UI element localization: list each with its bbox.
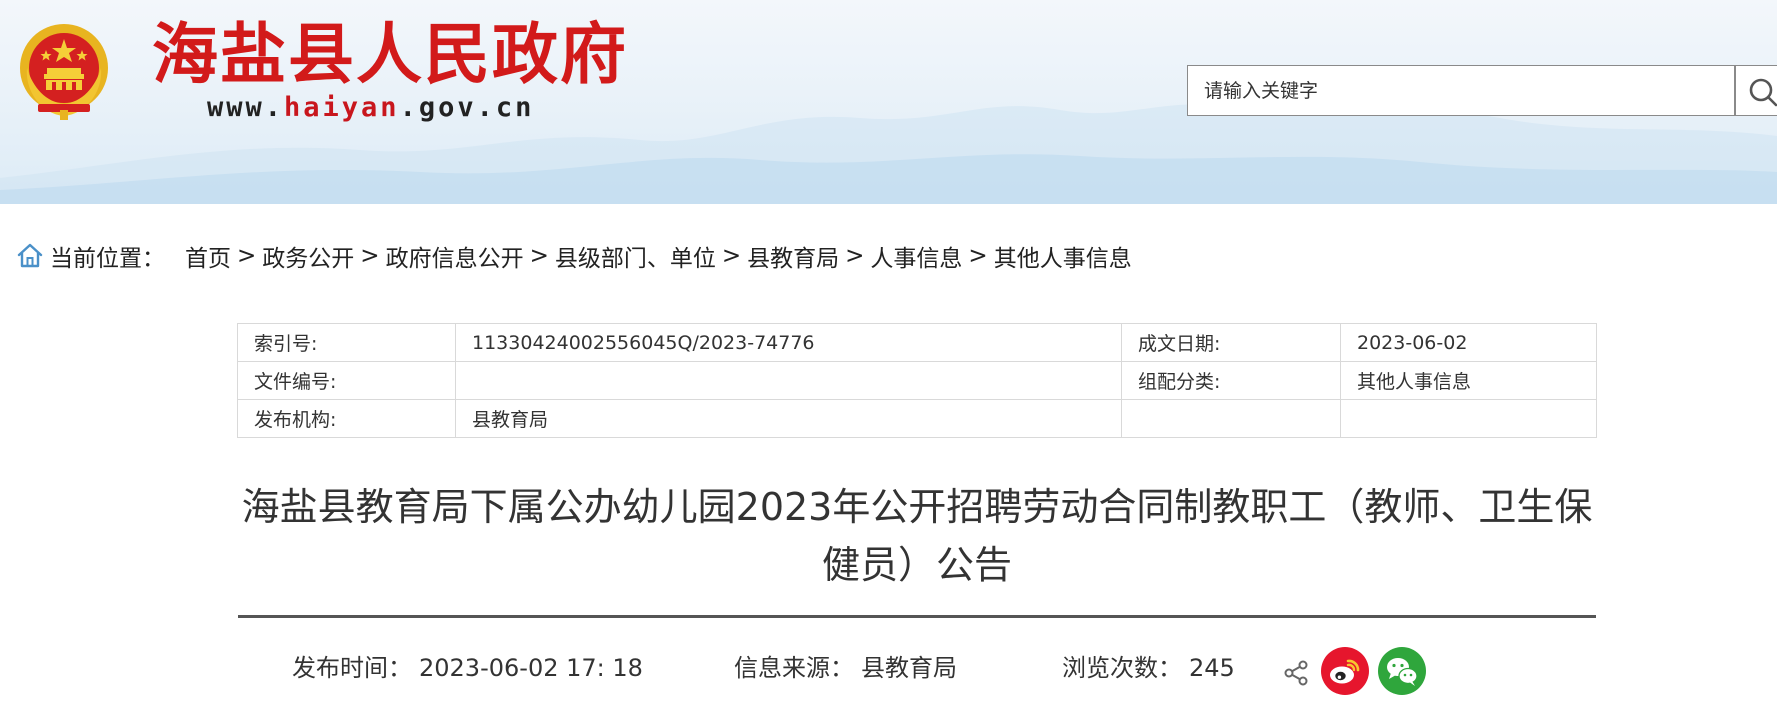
breadcrumb-separator: > — [360, 243, 380, 269]
wechat-icon — [1387, 658, 1418, 686]
doc-number-label: 文件编号: — [237, 361, 456, 400]
weibo-share-button[interactable] — [1321, 647, 1369, 695]
breadcrumb-label: 当前位置： — [50, 246, 165, 272]
weibo-icon — [1330, 659, 1360, 684]
table-row: 索引号: 11330424002556045Q/2023-74776 成文日期:… — [237, 323, 1597, 362]
publish-time-value: 2023-06-02 17: 18 — [419, 654, 643, 682]
title-divider — [238, 615, 1596, 618]
table-row: 发布机构: 县教育局 — [237, 399, 1597, 438]
index-label: 索引号: — [237, 323, 456, 362]
breadcrumb-separator: > — [845, 243, 865, 269]
breadcrumb-separator: > — [237, 243, 257, 269]
site-url-highlight: haiyan — [284, 92, 400, 123]
breadcrumb-separator: > — [968, 243, 988, 269]
date-value: 2023-06-02 — [1340, 323, 1597, 362]
document-meta-table: 索引号: 11330424002556045Q/2023-74776 成文日期:… — [237, 323, 1597, 438]
site-name[interactable]: 海盐县人民政府 — [152, 14, 628, 94]
article-title: 海盐县教育局下属公办幼儿园2023年公开招聘劳动合同制教职工（教师、卫生保健员）… — [241, 485, 1593, 587]
article-info-bar: 发布时间： 2023-06-02 17: 18 信息来源： 县教育局 浏览次数：… — [0, 648, 1777, 692]
source-value: 县教育局 — [861, 654, 957, 682]
category-value: 其他人事信息 — [1340, 361, 1597, 400]
site-url-suffix: .gov.cn — [399, 92, 535, 123]
publisher-label: 发布机构: — [237, 399, 456, 438]
index-value: 11330424002556045Q/2023-74776 — [455, 323, 1122, 362]
publisher-value: 县教育局 — [455, 399, 1122, 438]
views-label: 浏览次数： — [1062, 654, 1182, 682]
home-icon — [17, 243, 43, 268]
doc-number-value — [455, 361, 1122, 400]
table-row: 文件编号: 组配分类: 其他人事信息 — [237, 361, 1597, 400]
breadcrumb-gov-affairs[interactable]: 政务公开 — [262, 239, 354, 273]
date-label: 成文日期: — [1121, 323, 1341, 362]
publish-time-label: 发布时间： — [292, 654, 412, 682]
category-label: 组配分类: — [1121, 361, 1341, 400]
breadcrumb-separator: > — [529, 243, 549, 269]
breadcrumb-education-bureau[interactable]: 县教育局 — [747, 239, 839, 273]
search-box — [1187, 65, 1735, 116]
empty-cell — [1121, 399, 1341, 438]
breadcrumb-personnel-info[interactable]: 人事信息 — [870, 239, 962, 273]
breadcrumb-home[interactable]: 首页 — [185, 239, 231, 273]
wechat-share-button[interactable] — [1378, 647, 1426, 695]
breadcrumb-gov-info[interactable]: 政府信息公开 — [386, 239, 524, 273]
search-button[interactable] — [1735, 65, 1777, 116]
search-input[interactable] — [1188, 66, 1735, 115]
breadcrumb: 当前位置： 首页 > 政务公开 > 政府信息公开 > 县级部门、单位 > 县教育局 > 人… — [16, 238, 1132, 274]
breadcrumb-county-depts[interactable]: 县级部门、单位 — [555, 239, 716, 273]
views-count: 245 — [1189, 654, 1235, 682]
site-url[interactable]: www.haiyan.gov.cn — [207, 90, 534, 126]
share-icon[interactable] — [1283, 660, 1309, 686]
breadcrumb-separator: > — [721, 243, 742, 269]
national-emblem-icon — [20, 24, 108, 120]
source-label: 信息来源： — [734, 654, 854, 682]
site-url-prefix: www. — [207, 92, 285, 123]
search-icon — [1749, 78, 1777, 107]
empty-cell — [1340, 399, 1597, 438]
breadcrumb-other-personnel[interactable]: 其他人事信息 — [994, 239, 1132, 273]
